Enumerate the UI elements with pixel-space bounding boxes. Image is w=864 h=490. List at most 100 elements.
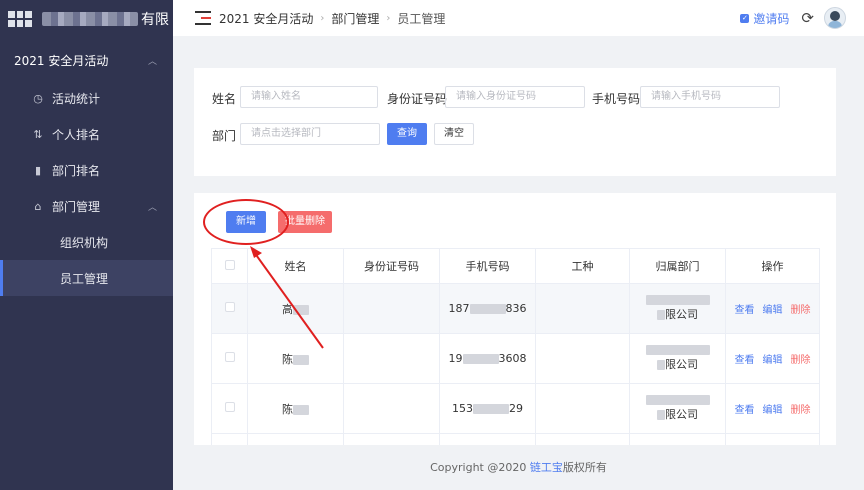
ops-cell: 查看 编辑 删除 <box>725 283 820 334</box>
name-cell: 陈 <box>247 333 344 384</box>
redacted-block <box>473 404 509 414</box>
brand-link[interactable]: 链工宝 <box>530 461 563 474</box>
dept-cell: 限公司 <box>629 383 726 434</box>
sidebar-item-employees[interactable]: 员工管理 <box>0 260 173 296</box>
phone-prefix: 153 <box>452 402 473 415</box>
table-panel: 新增 批量删除 姓名 身份证号码 手机号码 工种 归属部门 操作 高 187 83… <box>194 193 836 445</box>
logo-icon <box>8 11 32 27</box>
name-cell: 高 <box>247 283 344 334</box>
phone-cell: 187 836 <box>439 283 536 334</box>
menu-collapse-icon[interactable] <box>195 11 211 25</box>
redacted-block <box>469 304 506 314</box>
edit-link[interactable]: 编辑 <box>763 355 783 366</box>
name-text: 高 <box>282 302 293 316</box>
sidebar-item-org[interactable]: 组织机构 <box>0 224 173 260</box>
menu-group-label: 2021 安全月活动 <box>14 53 109 68</box>
invite-code-label: 邀请码 <box>753 11 790 26</box>
row-checkbox[interactable] <box>224 402 235 412</box>
select-all-checkbox[interactable] <box>224 259 235 270</box>
chevron-up-icon: ︿ <box>147 56 157 67</box>
phone-input[interactable]: 请输入手机号码 <box>640 86 780 108</box>
redacted-block <box>645 395 710 405</box>
sidebar-item-label: 活动统计 <box>52 91 101 106</box>
column-header: 身份证号码 <box>343 248 440 284</box>
sidebar-item-label: 部门管理 <box>52 199 101 214</box>
breadcrumb-item[interactable]: 部门管理 <box>331 10 379 27</box>
row-checkbox[interactable] <box>224 352 235 362</box>
id-cell <box>343 283 440 334</box>
breadcrumb-item-current: 员工管理 <box>397 11 446 26</box>
dept-text: 限公司 <box>665 308 698 321</box>
redacted-block <box>657 360 665 370</box>
sidebar-item-dept-ranking[interactable]: ▮ 部门排名 <box>0 152 173 188</box>
edit-link[interactable]: 编辑 <box>763 405 783 416</box>
dept-select[interactable]: 请点击选择部门 <box>240 123 380 145</box>
column-header: 手机号码 <box>439 248 536 284</box>
employee-table: 姓名 身份证号码 手机号码 工种 归属部门 操作 高 187 836 限公司 查看… <box>211 248 820 445</box>
delete-link[interactable]: 删除 <box>791 355 811 366</box>
redacted-block <box>293 404 309 415</box>
logo-name-redacted <box>42 12 138 26</box>
breadcrumb-item[interactable]: 2021 安全月活动 <box>219 10 313 27</box>
sidebar-item-label: 部门排名 <box>52 163 101 178</box>
copyright-text: Copyright @2020 <box>430 461 530 474</box>
redacted-block <box>462 354 499 364</box>
search-button[interactable]: 查询 <box>387 123 427 145</box>
dept-text: 限公司 <box>665 358 698 371</box>
name-label: 姓名 <box>212 92 237 106</box>
clock-icon: ◷ <box>33 91 43 105</box>
sort-icon: ⇅ <box>33 127 43 141</box>
batch-delete-button[interactable]: 批量删除 <box>278 211 332 233</box>
view-link[interactable]: 查看 <box>735 405 755 416</box>
avatar[interactable] <box>824 7 846 29</box>
dept-cell: 限公司 <box>629 283 726 334</box>
phone-prefix: 187 <box>448 302 470 315</box>
clear-button[interactable]: 清空 <box>434 123 474 145</box>
add-button[interactable]: 新增 <box>226 211 266 233</box>
view-link[interactable]: 查看 <box>735 305 755 316</box>
header: 2021 安全月活动 › 部门管理 › 员工管理 ✓ 邀请码 ⟳ <box>173 0 864 36</box>
phone-suffix: 836 <box>505 302 527 315</box>
copyright-suffix: 版权所有 <box>562 461 607 474</box>
chevron-right-icon: › <box>320 12 325 24</box>
delete-link[interactable]: 删除 <box>791 405 811 416</box>
breadcrumb: 2021 安全月活动 › 部门管理 › 员工管理 <box>219 10 445 27</box>
column-header: 姓名 <box>247 248 344 284</box>
delete-link[interactable]: 删除 <box>791 305 811 316</box>
sidebar-item-dept-management[interactable]: ⌂ 部门管理 ︿ <box>0 188 173 224</box>
refresh-icon[interactable]: ⟳ <box>801 9 814 27</box>
sidebar-item-activity-stats[interactable]: ◷ 活动统计 <box>0 80 173 116</box>
id-label: 身份证号码 <box>387 92 448 106</box>
job-cell <box>535 283 630 334</box>
logo-text: 有限 <box>141 12 169 28</box>
sidebar-item-personal-ranking[interactable]: ⇅ 个人排名 <box>0 116 173 152</box>
redacted-block <box>293 304 309 315</box>
home-icon: ⌂ <box>34 199 42 213</box>
dept-text: 限公司 <box>665 408 698 421</box>
phone-cell: 153 29 <box>439 383 536 434</box>
bar-chart-icon: ▮ <box>34 163 42 177</box>
sidebar-item-label: 个人排名 <box>52 127 101 142</box>
column-header: 归属部门 <box>629 248 726 284</box>
menu-group-activity[interactable]: 2021 安全月活动 ︿ <box>0 40 173 80</box>
ops-cell: 查看 编辑 删除 <box>725 383 820 434</box>
invite-code-button[interactable]: ✓ 邀请码 <box>740 10 789 27</box>
chevron-up-icon: ︿ <box>147 202 157 213</box>
phone-cell: 19 3608 <box>439 333 536 384</box>
name-input[interactable]: 请输入姓名 <box>240 86 378 108</box>
phone-suffix: 29 <box>509 402 523 415</box>
edit-link[interactable]: 编辑 <box>763 305 783 316</box>
footer: Copyright @2020 链工宝版权所有 <box>173 455 864 481</box>
view-link[interactable]: 查看 <box>735 355 755 366</box>
dept-cell: 限公司 <box>629 333 726 384</box>
id-cell <box>343 333 440 384</box>
logo: 有限 <box>0 0 173 38</box>
redacted-block <box>657 310 665 320</box>
id-cell <box>343 383 440 434</box>
name-text: 陈 <box>282 402 293 416</box>
row-checkbox[interactable] <box>224 302 235 312</box>
redacted-block <box>657 410 665 420</box>
check-icon: ✓ <box>740 13 750 23</box>
id-number-input[interactable]: 请输入身份证号码 <box>445 86 585 108</box>
redacted-block <box>645 295 710 305</box>
